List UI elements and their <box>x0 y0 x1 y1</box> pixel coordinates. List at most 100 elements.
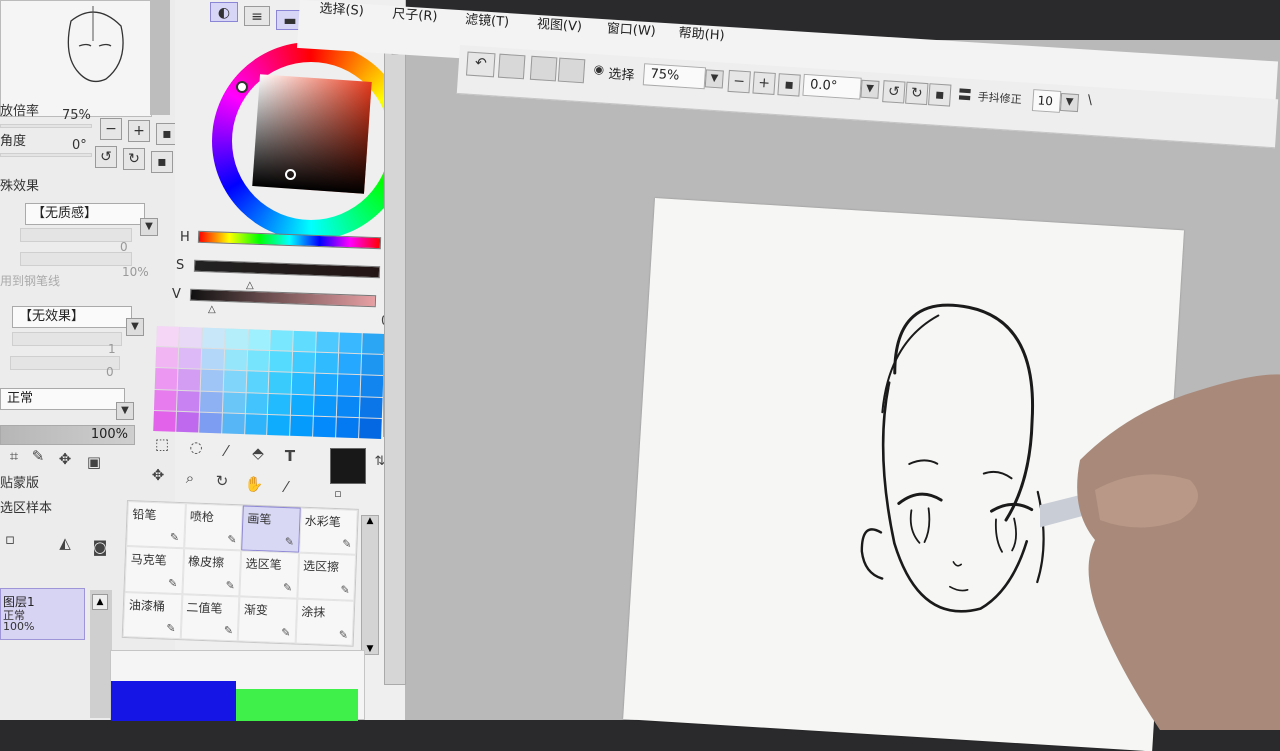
toolbar-zoom-dropdown-arrow[interactable]: ▼ <box>704 69 724 89</box>
brush-tool-9[interactable]: 二值笔 ✎ <box>180 593 240 642</box>
brush-tool-0[interactable]: 铅笔 ✎ <box>126 501 186 549</box>
angle-slider[interactable] <box>0 153 92 157</box>
brush-tool-4[interactable]: 马克笔 ✎ <box>124 546 184 594</box>
menu-ruler[interactable]: 尺子(R) <box>392 3 438 25</box>
navigator-scrollbar[interactable] <box>150 0 170 115</box>
effect-slider-2[interactable] <box>10 356 120 370</box>
brush-tool-1[interactable]: 喷枪 ✎ <box>183 503 243 551</box>
canvas-vertical-scrollbar[interactable]: ▲ <box>384 45 406 685</box>
undo-button[interactable]: ↶ <box>465 51 496 78</box>
hue-marker[interactable] <box>236 81 248 93</box>
lock-small-icon[interactable]: ▣ <box>84 453 104 471</box>
move-small-icon[interactable]: ✥ <box>55 450 75 468</box>
toolbar-zoom-select[interactable]: 75% <box>642 63 707 90</box>
invert-selection-button[interactable] <box>557 57 586 84</box>
camera-icon[interactable]: ◙ <box>90 538 110 556</box>
foreground-color-swatch[interactable] <box>330 448 366 484</box>
redo-button[interactable] <box>497 53 526 80</box>
brush-tool-label: 喷枪 <box>189 509 215 525</box>
effect-slider-1-value: 1 <box>108 342 116 356</box>
stabilizer-dropdown-arrow[interactable]: ▼ <box>1059 92 1080 113</box>
text-tool-icon[interactable]: T <box>280 447 300 465</box>
toolbar-rotation-select[interactable]: 0.0° <box>802 73 862 100</box>
menu-filter[interactable]: 滤镜(T) <box>465 8 510 30</box>
color-slider-mode-button[interactable]: ≡ <box>244 6 270 26</box>
toolbar-rotate-left-button[interactable]: ↺ <box>882 80 906 104</box>
rotate-tool-icon[interactable]: ↻ <box>212 472 232 490</box>
lasso-icon[interactable]: ◌ <box>186 438 206 456</box>
brightness-label: V <box>172 287 181 302</box>
move-icon[interactable]: ✥ <box>148 466 168 484</box>
brush-tool-icon: ✎ <box>169 531 180 545</box>
zoom-slider[interactable] <box>0 124 92 128</box>
brush-tool-11[interactable]: 涂抹 ✎ <box>295 598 355 646</box>
stroke-mode-icon[interactable]: \ <box>1087 93 1092 108</box>
bucket-select-icon[interactable]: ⬘ <box>248 444 268 462</box>
color-wheel-mode-button[interactable]: ◐ <box>210 2 238 22</box>
effect-select[interactable]: 【无效果】 <box>12 306 132 328</box>
zoom-out-button[interactable]: − <box>100 118 122 140</box>
toolbar-zoom-in-button[interactable]: + <box>752 71 776 95</box>
brightness-slider-thumb[interactable]: △ <box>208 304 216 315</box>
rotate-reset-button[interactable]: ▪ <box>151 151 173 173</box>
brush-tool-6[interactable]: 选区笔 ✎ <box>239 550 299 599</box>
zoom-in-button[interactable]: + <box>128 120 150 142</box>
magic-wand-icon[interactable]: ⁄ <box>216 442 236 460</box>
saturation-value-square[interactable] <box>252 74 372 194</box>
toolbar-zoom-reset-button[interactable]: ▪ <box>777 73 801 97</box>
brush-small-icon[interactable]: ⌗ <box>4 447 24 465</box>
blend-mode-dropdown-arrow[interactable]: ▼ <box>116 402 134 420</box>
blend-mode-select[interactable]: 正常 <box>0 388 125 410</box>
preview-green-stroke <box>236 689 358 721</box>
rotate-right-button[interactable]: ↻ <box>123 148 145 170</box>
toolbar-rotation-dropdown-arrow[interactable]: ▼ <box>860 79 880 99</box>
brush-preview-strip <box>110 650 365 721</box>
effect-slider-1[interactable] <box>12 332 122 346</box>
effect-dropdown-arrow[interactable]: ▼ <box>126 318 144 336</box>
new-layer-icon[interactable]: ▫ <box>0 530 20 548</box>
texture-slider-2[interactable] <box>20 252 132 266</box>
rect-select-icon[interactable]: ⬚ <box>152 435 172 453</box>
saturation-slider-thumb[interactable]: △ <box>246 280 254 291</box>
brush-tool-icon: ✎ <box>223 623 234 638</box>
menu-help[interactable]: 帮助(H) <box>678 22 725 44</box>
layer-scroll-up-arrow[interactable]: ▲ <box>92 594 108 610</box>
brush-tool-icon: ✎ <box>166 621 176 635</box>
stabilizer-select[interactable]: 10 <box>1031 89 1062 113</box>
color-swatch-grid[interactable] <box>153 326 385 439</box>
selection-source-label[interactable]: 选区样本 <box>0 497 52 516</box>
apply-to-lines-label[interactable]: 用到钢笔线 <box>0 272 60 289</box>
layer-folder-icon[interactable]: ◭ <box>55 534 75 552</box>
toolbar-rotate-reset-button[interactable]: ▪ <box>928 83 952 107</box>
brush-tool-scrollbar[interactable]: ▲ ▼ <box>361 515 379 655</box>
texture-slider-1[interactable] <box>20 228 132 242</box>
brush-tool-3[interactable]: 水彩笔 ✎ <box>298 507 358 556</box>
brush-tool-10[interactable]: 渐变 ✎ <box>237 596 297 644</box>
texture-select[interactable]: 【无质感】 <box>25 203 145 225</box>
layer-list-scrollbar[interactable]: ▲ <box>90 590 112 718</box>
brush-tool-8[interactable]: 油漆桶 ✎ <box>122 591 182 640</box>
flip-icon[interactable]: 〓 <box>957 84 972 105</box>
rotate-left-button[interactable]: ↺ <box>95 146 117 168</box>
brush-scroll-up-arrow[interactable]: ▲ <box>362 516 378 526</box>
menu-select[interactable]: 选择(S) <box>319 0 365 19</box>
hand-tool-icon[interactable]: ✋ <box>244 475 264 493</box>
brush-tool-5[interactable]: 橡皮擦 ✎ <box>181 548 242 597</box>
pen-small-icon[interactable]: ✎ <box>28 447 48 465</box>
sv-marker[interactable] <box>285 169 296 180</box>
menu-window[interactable]: 窗口(W) <box>606 17 656 39</box>
deselect-button[interactable] <box>529 55 558 82</box>
transparent-color-icon[interactable]: ▫ <box>328 487 348 500</box>
brush-tool-7[interactable]: 选区擦 ✎ <box>296 552 357 601</box>
layer-opacity-slider[interactable]: 100% <box>0 425 135 445</box>
selection-visibility-icon[interactable]: ◉ <box>593 62 604 77</box>
zoom-tool-icon[interactable]: ⌕ <box>180 469 200 487</box>
brush-tool-2[interactable]: 画笔 ✎ <box>241 505 301 553</box>
eyedropper-icon[interactable]: ⁄ <box>276 478 296 496</box>
layer-list-item[interactable]: 图层1 正常 100% <box>0 588 85 640</box>
texture-dropdown-arrow[interactable]: ▼ <box>140 218 158 236</box>
toolbar-rotate-right-button[interactable]: ↻ <box>905 81 929 106</box>
menu-view[interactable]: 视图(V) <box>536 13 582 35</box>
toolbar-zoom-out-button[interactable]: − <box>727 69 751 94</box>
clipping-label[interactable]: 贴蒙版 <box>0 472 39 491</box>
